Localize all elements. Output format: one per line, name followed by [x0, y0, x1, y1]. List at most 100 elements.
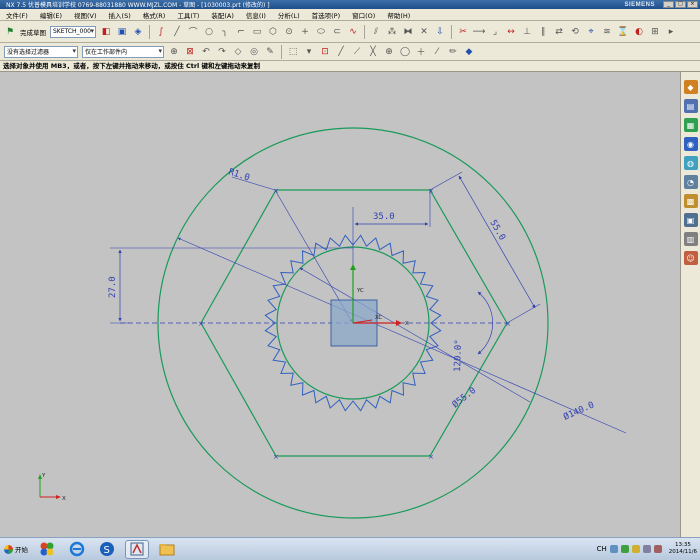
ie-icon[interactable]	[65, 540, 89, 559]
start-button[interactable]: 开始	[0, 540, 32, 559]
project-curve-icon[interactable]: ⇩	[433, 25, 447, 39]
repeat-icon[interactable]: ↷	[215, 45, 229, 59]
dimension-dia-140[interactable]: Ø140.0	[177, 237, 627, 434]
menu-tools[interactable]: 工具(T)	[171, 10, 205, 20]
convert-reference-icon[interactable]: ⇄	[552, 25, 566, 39]
menu-window[interactable]: 窗口(O)	[346, 10, 381, 20]
close-button[interactable]: ×	[687, 1, 698, 8]
selection-filter-combo[interactable]: 没有选择过滤器	[4, 45, 78, 58]
security-icon[interactable]	[631, 545, 640, 553]
point-on-curve-icon[interactable]: ⁄	[430, 45, 444, 59]
mid-point-icon[interactable]: ╱	[334, 45, 348, 59]
existing-point-icon[interactable]: ＋	[414, 45, 428, 59]
point-icon[interactable]: +	[298, 25, 312, 39]
auto-dimension-icon[interactable]: ↔	[504, 25, 518, 39]
snap-point-icon[interactable]: ⊠	[183, 45, 197, 59]
input-language-indicator[interactable]: CH	[597, 545, 607, 553]
clock[interactable]: 13:35 2014/11/6	[669, 542, 697, 556]
analysis-icon[interactable]: ✎	[263, 45, 277, 59]
roles-icon[interactable]: ▥	[683, 232, 698, 246]
intersection-curve-icon[interactable]: ✕	[417, 25, 431, 39]
dropdown-icon[interactable]: ▾	[302, 45, 316, 59]
end-point-icon[interactable]: ⊡	[318, 45, 332, 59]
menu-insert[interactable]: 插入(S)	[103, 10, 137, 20]
mirror-curve-icon[interactable]: ⧓	[401, 25, 415, 39]
minimize-button[interactable]: _	[663, 1, 674, 8]
offset-curve-icon[interactable]: ⫽	[369, 25, 383, 39]
geometric-constraint-icon[interactable]: ⊥	[520, 25, 534, 39]
undo-icon[interactable]: ↶	[199, 45, 213, 59]
finish-sketch-label[interactable]: 完成草图	[20, 27, 46, 37]
inferred-constraints-icon[interactable]: ⌖	[584, 25, 598, 39]
chamfer-icon[interactable]: ⌐	[234, 25, 248, 39]
quick-extend-icon[interactable]: ⟶	[472, 25, 486, 39]
maximize-button[interactable]: □	[675, 1, 686, 8]
graphics-window[interactable]: × × × × × × 35.0 27.0 55.0 R1.0 120.0° Ø…	[0, 72, 680, 537]
pattern-curve-icon[interactable]: ⁂	[385, 25, 399, 39]
sketch-canvas[interactable]: × × × × × × 35.0 27.0 55.0 R1.0 120.0° Ø…	[0, 72, 680, 537]
folder-icon[interactable]	[155, 540, 179, 559]
line-icon[interactable]: ╱	[170, 25, 184, 39]
layer-icon[interactable]: ◎	[247, 45, 261, 59]
user-icon[interactable]: ☺	[683, 251, 698, 265]
general-selection-icon[interactable]: ⊕	[167, 45, 181, 59]
select-box-icon[interactable]: ⬚	[286, 45, 300, 59]
volume-icon[interactable]	[642, 545, 651, 553]
circle-center-icon[interactable]: ⊙	[282, 25, 296, 39]
reuse-library-icon[interactable]: ◉	[683, 137, 698, 151]
circle-icon[interactable]: ○	[202, 25, 216, 39]
windows-explorer-icon[interactable]	[35, 540, 59, 559]
quick-trim-icon[interactable]: ✂	[456, 25, 470, 39]
ellipse-icon[interactable]: ⬭	[314, 25, 328, 39]
menu-view[interactable]: 视图(V)	[68, 10, 103, 20]
arc-center-icon[interactable]: ⊕	[382, 45, 396, 59]
reattach-icon[interactable]: ▣	[115, 25, 129, 39]
assembly-scope-combo[interactable]: 仅在工作部件内	[82, 45, 164, 58]
animate-dimension-icon[interactable]: ≋	[600, 25, 614, 39]
control-point-icon[interactable]: ⟋	[350, 45, 364, 59]
customize-toolbar-icon[interactable]: ▸	[664, 25, 678, 39]
history-icon[interactable]: ◔	[683, 175, 698, 189]
show-constraints-icon[interactable]: ∥	[536, 25, 550, 39]
dimension-55[interactable]: 55.0	[429, 171, 541, 324]
point-on-face-icon[interactable]: ✏	[446, 45, 460, 59]
arc-icon[interactable]: ⌒	[186, 25, 200, 39]
network-icon[interactable]	[620, 545, 629, 553]
alternate-solution-icon[interactable]: ⟲	[568, 25, 582, 39]
dimension-27[interactable]: 27.0	[108, 247, 353, 324]
studio-spline-icon[interactable]: ∿	[346, 25, 360, 39]
make-corner-icon[interactable]: ⌟	[488, 25, 502, 39]
menu-analysis[interactable]: 分析(L)	[272, 10, 306, 20]
evaluate-sketch-icon[interactable]: ⊞	[648, 25, 662, 39]
keyboard-icon[interactable]	[609, 545, 618, 553]
menu-format[interactable]: 格式(R)	[137, 10, 172, 20]
fillet-icon[interactable]: ╮	[218, 25, 232, 39]
profile-icon[interactable]: ∫	[154, 25, 168, 39]
update-model-icon[interactable]: ◈	[131, 25, 145, 39]
web-browser-icon[interactable]: ◍	[683, 156, 698, 170]
menu-file[interactable]: 文件(F)	[0, 10, 34, 20]
menu-information[interactable]: 信息(I)	[240, 10, 272, 20]
intersection-point-icon[interactable]: ╳	[366, 45, 380, 59]
menu-edit[interactable]: 编辑(E)	[34, 10, 68, 20]
sketch-name-combo[interactable]: SKETCH_000	[50, 25, 96, 38]
menu-assemblies[interactable]: 装配(A)	[205, 10, 240, 20]
menu-preferences[interactable]: 首选项(P)	[306, 10, 347, 20]
flag-icon[interactable]	[653, 545, 662, 553]
quadrant-point-icon[interactable]: ◯	[398, 45, 412, 59]
nx-icon[interactable]	[125, 539, 149, 559]
sogou-icon[interactable]: S	[95, 540, 119, 559]
finish-sketch-icon[interactable]: ⚑	[3, 25, 17, 39]
constraint-navigator-icon[interactable]: ▤	[683, 99, 698, 113]
system-materials-icon[interactable]: ▩	[683, 194, 698, 208]
measure-icon[interactable]: ◇	[231, 45, 245, 59]
sketch-style-icon[interactable]: ◐	[632, 25, 646, 39]
shaded-view-icon[interactable]: ◆	[462, 45, 476, 59]
rectangle-icon[interactable]: ▭	[250, 25, 264, 39]
process-studio-icon[interactable]: ▣	[683, 213, 698, 227]
delay-evaluation-icon[interactable]: ⌛	[616, 25, 630, 39]
assembly-navigator-icon[interactable]: ◆	[683, 80, 698, 94]
menu-help[interactable]: 帮助(H)	[381, 10, 416, 20]
conic-icon[interactable]: ⊂	[330, 25, 344, 39]
polygon-icon[interactable]: ⬡	[266, 25, 280, 39]
